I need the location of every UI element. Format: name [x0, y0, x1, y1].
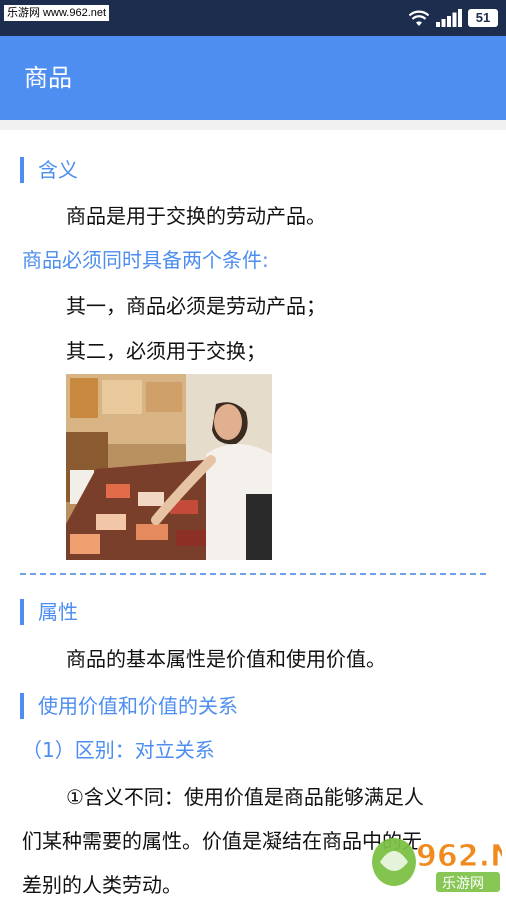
site-watermark-logo: 962.NET 乐游网 [370, 826, 506, 896]
section-marker [20, 693, 24, 719]
wifi-icon [408, 9, 430, 27]
status-bar: 乐游网 www.962.net 51 [0, 0, 506, 36]
definition-text: 商品是用于交换的劳动产品。 [66, 204, 326, 228]
paragraph-line-3: 差别的人类劳动。 [22, 873, 182, 897]
condition-item-1: 其一，商品必须是劳动产品； [66, 294, 326, 318]
signal-icon [436, 9, 462, 27]
watermark-brand: 962.NET [416, 839, 502, 874]
section-divider [20, 573, 486, 575]
battery-indicator: 51 [468, 9, 498, 27]
site-watermark-label: 乐游网 www.962.net [4, 5, 110, 21]
section-heading-attributes: 属性 [20, 598, 78, 626]
attributes-text: 商品的基本属性是价值和使用价值。 [66, 647, 386, 671]
section-heading-relationship: 使用价值和价值的关系 [20, 692, 238, 720]
conditions-heading: 商品必须同时具备两个条件: [22, 248, 269, 272]
section-heading-text: 含义 [38, 158, 78, 182]
section-marker [20, 157, 24, 183]
paragraph-line-1: ①含义不同：使用价值是商品能够满足人 [66, 785, 424, 809]
section-heading-meaning: 含义 [20, 156, 78, 184]
page-title: 商品 [24, 64, 72, 92]
section-marker [20, 599, 24, 625]
watermark-caption: 乐游网 [442, 876, 484, 892]
shopping-photo [66, 374, 272, 560]
condition-item-2: 其二，必须用于交换； [66, 339, 266, 363]
section-heading-text: 属性 [38, 600, 78, 624]
paragraph-line-2: 们某种需要的属性。价值是凝结在商品中的无 [22, 829, 422, 853]
status-icons: 51 [408, 8, 498, 28]
section-heading-text: 使用价值和价值的关系 [38, 694, 238, 718]
app-bar-shadow [0, 120, 506, 130]
app-bar: 商品 [0, 36, 506, 120]
sub-heading-difference: （1）区别：对立关系 [22, 738, 215, 762]
